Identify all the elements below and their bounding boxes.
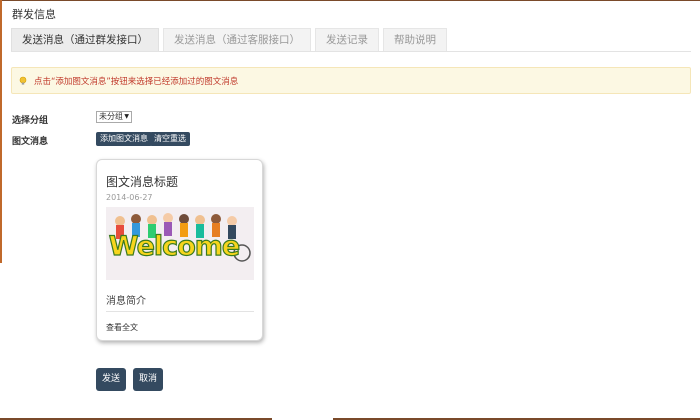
tab-bar: 发送消息（通过群发接口） 发送消息（通过客服接口） 发送记录 帮助说明 — [11, 28, 691, 52]
add-news-button[interactable]: 添加图文消息 — [96, 132, 152, 146]
news-label: 图文消息 — [12, 137, 49, 147]
news-card: 图文消息标题 2014-06-27 Welcome 消息简介 查看全文 — [96, 159, 263, 341]
page-title: 群发信息 — [12, 8, 56, 21]
card-summary: 消息简介 — [106, 296, 146, 307]
cancel-button[interactable]: 取消 — [133, 368, 163, 391]
card-title: 图文消息标题 — [106, 175, 179, 189]
clear-button[interactable]: 清空重选 — [150, 132, 190, 146]
lightbulb-icon — [18, 76, 28, 86]
group-select[interactable]: 未分组 ▼ — [96, 111, 132, 123]
read-more-link[interactable]: 查看全文 — [106, 322, 138, 333]
top-border — [0, 0, 700, 1]
send-button[interactable]: 发送 — [96, 368, 126, 391]
tab-help[interactable]: 帮助说明 — [383, 28, 447, 51]
dropdown-arrow-icon: ▼ — [124, 113, 129, 120]
left-accent-bar — [0, 0, 2, 263]
tab-send-broadcast[interactable]: 发送消息（通过群发接口） — [11, 28, 159, 51]
card-date: 2014-06-27 — [106, 193, 153, 202]
tab-send-history[interactable]: 发送记录 — [315, 28, 379, 51]
card-divider — [106, 311, 254, 312]
welcome-image-text: Welcome — [108, 230, 241, 262]
info-alert: 点击“添加图文消息”按钮来选择已经添加过的图文消息 — [11, 67, 691, 94]
group-select-value: 未分组 — [99, 112, 123, 121]
welcome-image: Welcome — [106, 207, 254, 280]
alert-text: 点击“添加图文消息”按钮来选择已经添加过的图文消息 — [34, 76, 239, 87]
tab-send-customer-service[interactable]: 发送消息（通过客服接口） — [163, 28, 311, 51]
group-label: 选择分组 — [12, 116, 49, 126]
